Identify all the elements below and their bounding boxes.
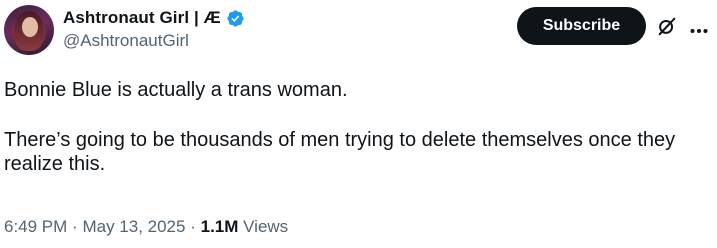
tweet-paragraph: Bonnie Blue is actually a trans woman. [4,79,348,101]
author-name-row: Ashtronaut Girl | Æ [63,8,245,28]
tweet-paragraph: There’s going to be thousands of men try… [4,129,676,175]
tweet-text: Bonnie Blue is actually a trans woman. T… [4,78,709,176]
views-count[interactable]: 1.1M [201,217,239,236]
avatar[interactable] [4,5,54,55]
views-label: Views [243,217,289,236]
subscribe-button[interactable]: Subscribe [517,7,646,45]
verified-badge-icon[interactable] [226,9,245,28]
meta-separator: · [72,217,78,236]
tweet-date[interactable]: May 13, 2025 [82,217,185,236]
grok-icon[interactable] [656,15,678,37]
avatar-face [22,17,38,37]
author-display-name[interactable]: Ashtronaut Girl | Æ [63,8,221,28]
more-options-icon[interactable] [690,22,708,33]
tweet-meta: 6:49 PM · May 13, 2025 · 1.1M Views [4,217,288,237]
author-handle[interactable]: @AshtronautGirl [63,31,189,51]
tweet-time[interactable]: 6:49 PM [4,217,67,236]
meta-separator: · [190,217,196,236]
